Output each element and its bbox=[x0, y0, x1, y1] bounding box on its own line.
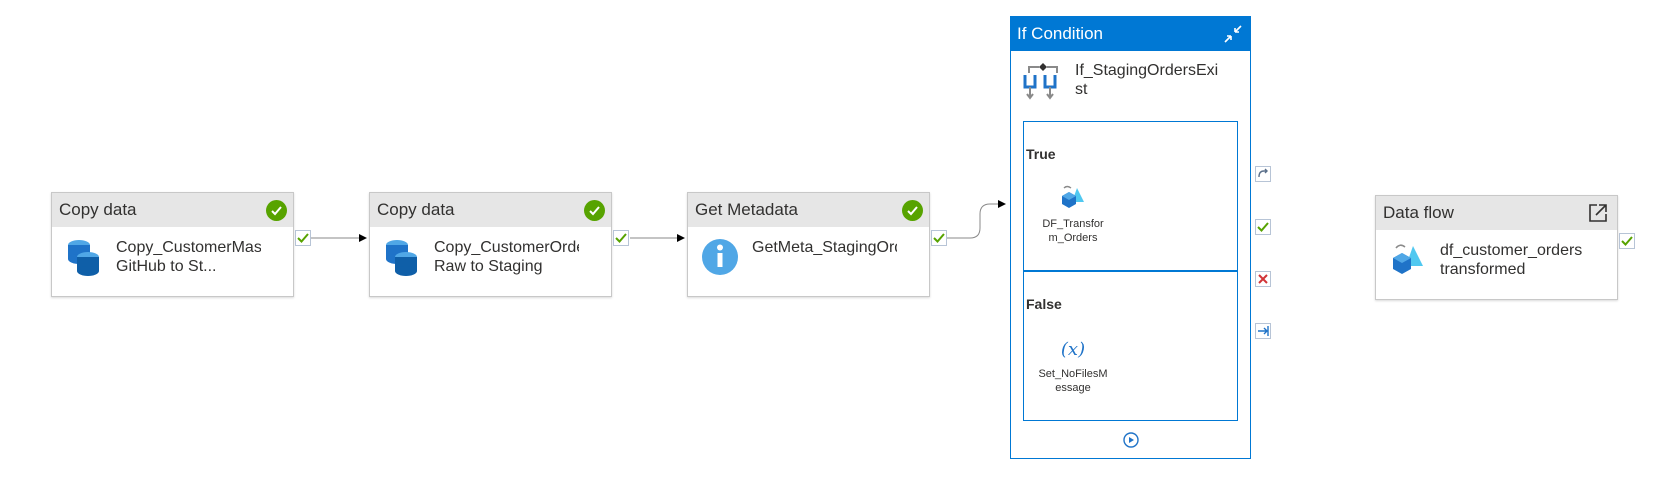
activity-name: df_customer_orders transformed bbox=[1440, 242, 1583, 278]
activity-name: GetMeta_StagingOrders bbox=[752, 239, 897, 256]
completion-output-port[interactable] bbox=[1255, 323, 1271, 339]
if-condition-activity[interactable]: If Condition If_StagingOrdersExist True … bbox=[1010, 16, 1251, 459]
false-branch-label: False bbox=[1026, 296, 1062, 312]
activity-type-label: If Condition bbox=[1017, 24, 1103, 43]
false-branch[interactable]: False (x) Set_NoFilesMessage bbox=[1023, 271, 1238, 421]
success-output-port[interactable] bbox=[1619, 233, 1635, 249]
activity-type-label: Data flow bbox=[1383, 203, 1454, 222]
activity-name: Set_NoFilesMessage bbox=[1038, 368, 1108, 394]
activity-type-header: Copy data bbox=[370, 193, 611, 227]
success-output-port[interactable] bbox=[295, 230, 311, 246]
activity-type-header: Copy data bbox=[52, 193, 293, 227]
activity-get-metadata[interactable]: Get Metadata GetMeta_StagingOrders bbox=[687, 192, 930, 297]
true-branch[interactable]: True DF_Transform_Orders bbox=[1023, 121, 1238, 271]
activity-name: Copy_CustomerOrders Raw to Staging bbox=[434, 239, 579, 275]
activity-data-flow[interactable]: Data flow df_customer_orders transformed bbox=[1375, 195, 1618, 300]
svg-text:(x): (x) bbox=[1061, 339, 1085, 360]
success-status-icon bbox=[266, 200, 287, 221]
activity-type-label: Copy data bbox=[377, 200, 455, 219]
skip-output-port[interactable] bbox=[1255, 166, 1271, 182]
activity-type-label: Copy data bbox=[59, 200, 137, 219]
activity-name: If_StagingOrdersExist bbox=[1075, 62, 1219, 98]
success-output-port[interactable] bbox=[613, 230, 629, 246]
activity-copy-customerorders[interactable]: Copy data Copy_CustomerOrders Raw to Sta… bbox=[369, 192, 612, 297]
info-icon bbox=[702, 239, 738, 275]
activity-name: Copy_CustomerMaster GitHub to St... bbox=[116, 239, 261, 275]
activity-type-label: Get Metadata bbox=[695, 200, 799, 219]
activity-set-nofilesmessage[interactable]: (x) Set_NoFilesMessage bbox=[1038, 334, 1108, 395]
true-branch-label: True bbox=[1026, 146, 1056, 162]
success-output-port[interactable] bbox=[1255, 219, 1271, 235]
dataflow-icon bbox=[1062, 185, 1084, 208]
failure-output-port[interactable] bbox=[1255, 271, 1271, 287]
success-status-icon bbox=[584, 200, 605, 221]
activity-type-header: Get Metadata bbox=[688, 193, 929, 227]
if-condition-icon bbox=[1023, 63, 1058, 100]
activity-df-transform-orders[interactable]: DF_Transform_Orders bbox=[1038, 184, 1108, 245]
copy-data-icon bbox=[68, 240, 99, 276]
activity-type-header: Data flow bbox=[1376, 196, 1617, 230]
set-variable-icon: (x) bbox=[1061, 339, 1085, 360]
success-status-icon bbox=[902, 200, 923, 221]
activity-name: DF_Transform_Orders bbox=[1042, 218, 1104, 244]
copy-data-icon bbox=[386, 240, 417, 276]
dataflow-icon bbox=[1393, 244, 1423, 274]
connector-arrow bbox=[947, 200, 1006, 239]
debug-run-icon[interactable] bbox=[1122, 431, 1140, 449]
collapse-icon[interactable] bbox=[1222, 23, 1244, 45]
if-condition-header: If Condition bbox=[1011, 17, 1250, 51]
activity-copy-customermaster[interactable]: Copy data Copy_CustomerMaster GitHub to … bbox=[51, 192, 294, 297]
open-external-icon[interactable] bbox=[1587, 202, 1609, 224]
success-output-port[interactable] bbox=[931, 230, 947, 246]
